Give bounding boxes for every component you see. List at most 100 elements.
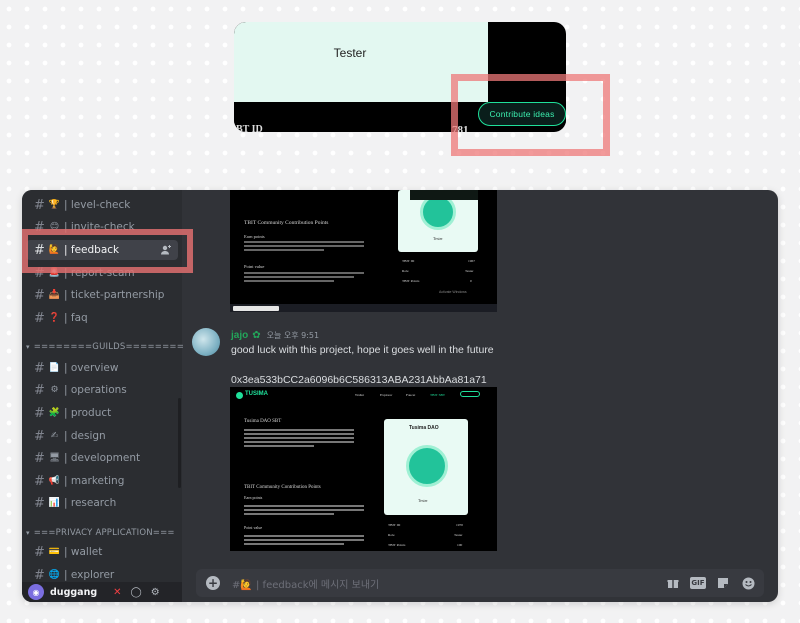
channel-level-check[interactable]: # 🏆 | level-check — [26, 195, 178, 215]
user-panel: ◉ duggang ✕ ◯ ⚙ — [22, 582, 182, 602]
channel-faq[interactable]: # ❓ | faq — [26, 308, 178, 328]
shot-heading: TBIT Community Contribution Points — [244, 220, 329, 226]
hash-icon: # — [34, 495, 45, 511]
hash-icon: # — [34, 450, 45, 466]
shot-subheading: Earn points — [244, 234, 265, 239]
message-timestamp: 오늘 오후 9:51 — [266, 331, 320, 340]
channel-emoji: ⚙ — [50, 385, 59, 395]
channel-label: | product — [64, 407, 112, 419]
channel-overview[interactable]: # 📄 | overview — [26, 358, 178, 378]
text-line — [244, 245, 364, 247]
shot-row-value: 0 — [470, 279, 472, 283]
text-line — [244, 505, 364, 507]
avatar[interactable] — [192, 328, 220, 356]
channel-emoji: 🖥 — [48, 453, 61, 463]
channel-wallet[interactable]: # 💳 | wallet — [26, 542, 178, 562]
channel-development[interactable]: # 🖥 | development — [26, 448, 178, 468]
hash-icon: # — [34, 428, 45, 444]
channel-label: | marketing — [64, 475, 125, 487]
text-line — [244, 249, 324, 251]
channel-product[interactable]: # 🧩 | product — [26, 403, 178, 423]
category-label: ===PRIVACY APPLICATION=== — [33, 528, 175, 538]
channel-label: | level-check — [64, 199, 131, 211]
card-id-label: BT ID — [236, 124, 263, 132]
gear-icon[interactable]: ⚙ — [151, 587, 160, 598]
shot-row-key: TBIT ID — [388, 523, 401, 527]
text-line — [244, 445, 314, 447]
highlight-box-contribute — [451, 74, 610, 156]
tusima-logo-icon — [236, 392, 243, 399]
sticker-icon[interactable] — [715, 575, 731, 591]
shot-row-value: 1967 — [468, 259, 475, 263]
channel-marketing[interactable]: # 📢 | marketing — [26, 471, 178, 491]
channel-emoji: ❓ — [48, 313, 61, 323]
text-line — [244, 543, 344, 545]
category-label: ========GUILDS======== — [33, 342, 185, 352]
text-line — [244, 280, 334, 282]
channel-label: | overview — [64, 362, 119, 374]
add-attachment-icon[interactable]: + — [206, 576, 220, 590]
shot-nav-item: Faucet — [406, 393, 416, 397]
message-username[interactable]: jajo — [231, 330, 248, 341]
text-line — [244, 429, 354, 431]
shot-brand: TUSIMA — [245, 391, 268, 397]
channel-ticket-partnership[interactable]: # 📥 | ticket-partnership — [26, 285, 178, 305]
shot-row-key: TBIT ID — [402, 259, 415, 263]
channel-emoji: 🧩 — [48, 408, 61, 418]
message-header: jajo ✿ 오늘 오후 9:51 — [231, 330, 319, 341]
text-line — [244, 241, 364, 243]
microphone-muted-icon[interactable]: ✕ — [113, 587, 121, 598]
message-text: good luck with this project, hope it goe… — [231, 344, 494, 356]
card-mint-panel — [234, 22, 488, 102]
gif-icon[interactable]: GIF — [690, 577, 706, 589]
channel-emoji: 📢 — [48, 476, 61, 486]
channel-label: | explorer — [64, 569, 115, 581]
highlight-box-feedback — [22, 229, 193, 273]
channel-emoji: 📄 — [48, 363, 61, 373]
message-composer[interactable]: + #🙋 | feedback에 메시지 보내기 GIF — [196, 569, 764, 597]
shot-row-value: Tester — [465, 269, 474, 273]
chat-area: TBIT Community Contribution Points Earn … — [182, 190, 778, 602]
channel-emoji: 🌐 — [48, 570, 61, 580]
headset-icon[interactable]: ◯ — [131, 587, 142, 598]
avatar[interactable]: ◉ — [28, 584, 44, 600]
channel-operations[interactable]: # ⚙ | operations — [26, 380, 178, 400]
shot-heading: TBIT Community Contribution Points — [244, 485, 321, 490]
hash-icon: # — [34, 473, 45, 489]
shot-tooltip — [410, 190, 478, 200]
category-guilds[interactable]: ▾ ========GUILDS======== — [26, 342, 184, 352]
attachment-image-1[interactable]: TBIT Community Contribution Points Earn … — [230, 190, 497, 312]
gift-icon[interactable] — [665, 575, 681, 591]
category-privacy-application[interactable]: ▾ ===PRIVACY APPLICATION=== — [26, 528, 175, 538]
attachment-image-2[interactable]: TUSIMA Wallet Explorer Faucet TBIT SBT T… — [230, 387, 497, 551]
shot-connect-button — [460, 391, 480, 397]
shot-row-key: Role — [388, 533, 395, 537]
taskbar-search — [233, 305, 279, 311]
text-line — [244, 513, 334, 515]
text-line — [244, 276, 354, 278]
text-line — [244, 433, 354, 435]
card-tester-label: Tester — [333, 46, 367, 60]
shot-nav-item: TBIT SBT — [430, 393, 446, 397]
text-line — [244, 272, 364, 274]
text-line — [244, 535, 364, 537]
shot-subheading: Earn points — [244, 495, 263, 500]
hash-icon: # — [34, 544, 45, 560]
hash-icon: # — [34, 310, 45, 326]
channel-research[interactable]: # 📊 | research — [26, 493, 178, 513]
hash-icon: # — [34, 567, 45, 583]
hash-icon: # — [34, 405, 45, 421]
emoji-icon[interactable] — [740, 575, 756, 591]
user-name: duggang — [50, 586, 98, 598]
shot-nav-item: Wallet — [355, 393, 365, 397]
channel-label: | ticket-partnership — [64, 289, 165, 301]
channel-emoji: 🏆 — [48, 200, 61, 210]
channel-design[interactable]: # ✍ | design — [26, 426, 178, 446]
text-line — [244, 437, 354, 439]
activate-windows-text: Activate Windows — [439, 290, 467, 294]
channel-label: | faq — [64, 312, 88, 324]
sidebar-scrollbar[interactable] — [178, 398, 181, 488]
message-input-placeholder[interactable]: #🙋 | feedback에 메시지 보내기 — [232, 576, 379, 591]
channel-label: | wallet — [64, 546, 103, 558]
channel-emoji: 💳 — [48, 547, 61, 557]
